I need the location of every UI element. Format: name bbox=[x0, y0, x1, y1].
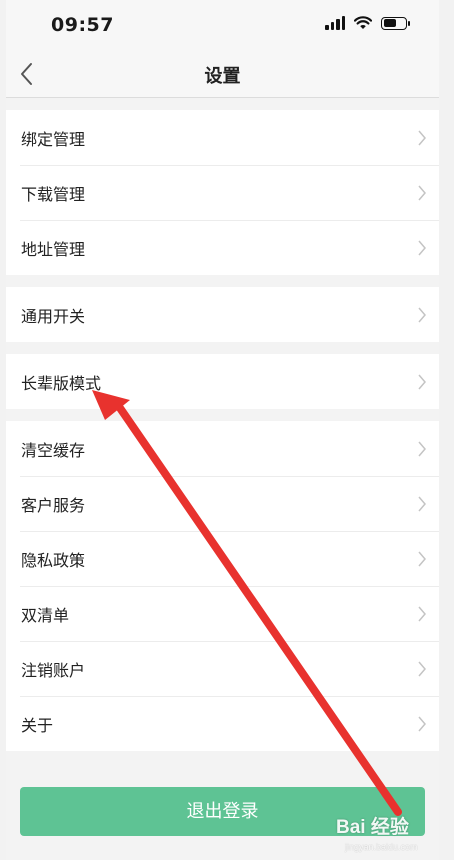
cellular-signal-icon bbox=[325, 16, 345, 30]
settings-item-address[interactable]: 地址管理 bbox=[6, 220, 439, 275]
phone-screen: 09:57 设置 绑定管理 下载管理 地址管理 通用开关 长辈版模式 清空缓存 … bbox=[6, 0, 439, 860]
settings-item-label: 下载管理 bbox=[21, 185, 86, 204]
chevron-right-icon bbox=[418, 307, 426, 323]
settings-item-customer-service[interactable]: 客户服务 bbox=[6, 476, 439, 531]
settings-group-elder-mode: 长辈版模式 bbox=[6, 354, 439, 409]
settings-item-privacy-policy[interactable]: 隐私政策 bbox=[6, 531, 439, 586]
settings-item-dual-list[interactable]: 双清单 bbox=[6, 586, 439, 641]
settings-item-label: 注销账户 bbox=[21, 661, 86, 680]
chevron-right-icon bbox=[418, 716, 426, 732]
settings-group-general: 通用开关 bbox=[6, 287, 439, 342]
settings-item-label: 长辈版模式 bbox=[21, 374, 102, 393]
watermark-url: jingyan.baidu.com bbox=[345, 842, 418, 852]
chevron-right-icon bbox=[418, 441, 426, 457]
wifi-icon bbox=[354, 16, 372, 29]
settings-item-label: 关于 bbox=[21, 716, 54, 735]
chevron-right-icon bbox=[418, 661, 426, 677]
settings-item-elder-mode[interactable]: 长辈版模式 bbox=[6, 354, 439, 409]
status-time: 09:57 bbox=[51, 14, 114, 36]
battery-icon bbox=[381, 16, 410, 30]
settings-item-label: 隐私政策 bbox=[21, 551, 86, 570]
settings-item-downloads[interactable]: 下载管理 bbox=[6, 165, 439, 220]
chevron-right-icon bbox=[418, 496, 426, 512]
chevron-right-icon bbox=[418, 240, 426, 256]
battery-fill bbox=[383, 19, 397, 27]
settings-item-label: 客户服务 bbox=[21, 496, 86, 515]
settings-item-label: 清空缓存 bbox=[21, 441, 86, 460]
chevron-right-icon bbox=[418, 551, 426, 567]
settings-group-account: 绑定管理 下载管理 地址管理 bbox=[6, 110, 439, 275]
navigation-bar: 设置 bbox=[6, 50, 439, 98]
settings-item-delete-account[interactable]: 注销账户 bbox=[6, 641, 439, 696]
settings-item-label: 通用开关 bbox=[21, 307, 86, 326]
status-icons bbox=[325, 16, 410, 30]
chevron-right-icon bbox=[418, 185, 426, 201]
page-title: 设置 bbox=[204, 66, 241, 87]
settings-item-binding[interactable]: 绑定管理 bbox=[6, 110, 439, 165]
settings-item-label: 地址管理 bbox=[21, 240, 86, 259]
settings-item-clear-cache[interactable]: 清空缓存 bbox=[6, 421, 439, 476]
settings-item-about[interactable]: 关于 bbox=[6, 696, 439, 751]
settings-item-label: 绑定管理 bbox=[21, 130, 86, 149]
settings-item-general-switch[interactable]: 通用开关 bbox=[6, 287, 439, 342]
chevron-right-icon bbox=[418, 130, 426, 146]
status-bar: 09:57 bbox=[6, 0, 439, 50]
chevron-right-icon bbox=[418, 374, 426, 390]
settings-group-other: 清空缓存 客户服务 隐私政策 双清单 注销账户 关于 bbox=[6, 421, 439, 751]
chevron-right-icon bbox=[418, 606, 426, 622]
baidu-jingyan-watermark: Bai 经验 bbox=[336, 817, 409, 838]
settings-item-label: 双清单 bbox=[21, 606, 70, 625]
